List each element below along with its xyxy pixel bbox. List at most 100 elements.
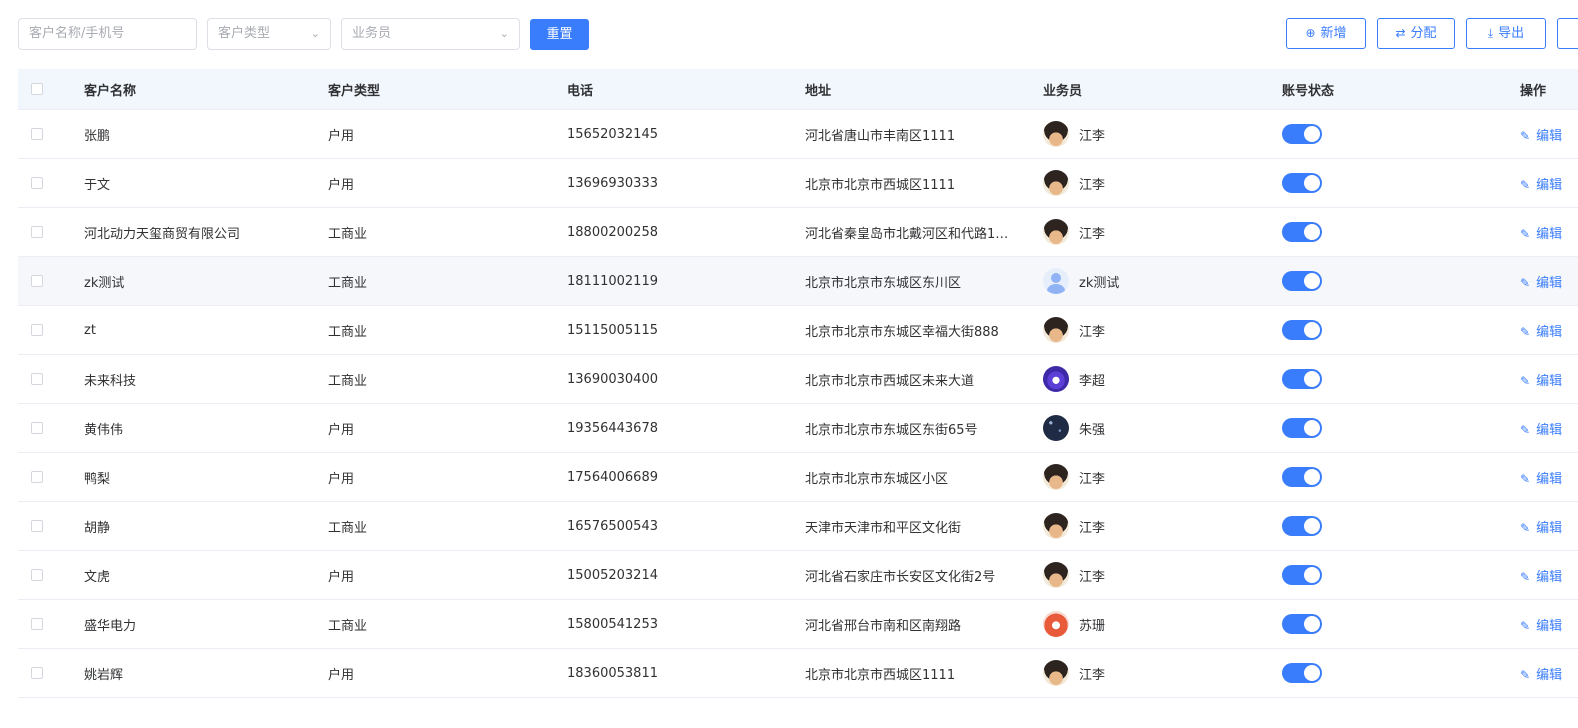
row-checkbox[interactable] bbox=[31, 520, 43, 532]
edit-pencil-icon: ✎ bbox=[1520, 177, 1531, 192]
account-status-toggle[interactable] bbox=[1282, 418, 1322, 438]
table-row[interactable]: 张鹏 户用 15652032145 河北省唐山市丰南区1111 江李 ✎ 编辑 bbox=[18, 110, 1578, 159]
account-status-toggle[interactable] bbox=[1282, 516, 1322, 536]
row-checkbox[interactable] bbox=[31, 471, 43, 483]
edit-link[interactable]: ✎ 编辑 bbox=[1520, 664, 1562, 683]
chevron-down-icon: ⌄ bbox=[310, 27, 320, 40]
row-checkbox[interactable] bbox=[31, 667, 43, 679]
edit-link[interactable]: ✎ 编辑 bbox=[1520, 419, 1562, 438]
account-status-toggle[interactable] bbox=[1282, 565, 1322, 585]
salesperson-name: 江李 bbox=[1079, 128, 1106, 144]
account-status-toggle[interactable] bbox=[1282, 271, 1322, 291]
edit-link[interactable]: ✎ 编辑 bbox=[1520, 272, 1562, 291]
export-button[interactable]: ⤓ 导出 bbox=[1466, 18, 1546, 49]
edit-link[interactable]: ✎ 编辑 bbox=[1520, 125, 1562, 144]
customer-phone: 18800200258 bbox=[567, 224, 658, 240]
salesperson-select[interactable]: 业务员 ⌄ bbox=[341, 18, 520, 50]
row-checkbox[interactable] bbox=[31, 569, 43, 581]
avatar bbox=[1043, 562, 1069, 588]
add-button[interactable]: ⊕ 新增 bbox=[1286, 18, 1366, 49]
salesperson-cell: 江李 bbox=[1043, 551, 1105, 599]
header-address[interactable]: 地址 bbox=[805, 69, 831, 109]
row-checkbox[interactable] bbox=[31, 324, 43, 336]
more-button[interactable] bbox=[1557, 18, 1578, 49]
customer-address-cell: 北京市北京市东城区东街65号 bbox=[805, 404, 978, 452]
customer-address-cell: 河北省邢台市南和区南翔路 bbox=[805, 600, 961, 648]
table-row[interactable]: 胡静 工商业 16576500543 天津市天津市和平区文化街 江李 ✎ 编辑 bbox=[18, 502, 1578, 551]
account-status-toggle[interactable] bbox=[1282, 222, 1322, 242]
header-type[interactable]: 客户类型 bbox=[328, 69, 380, 109]
salesperson-cell: zk测试 bbox=[1043, 257, 1119, 305]
header-operation: 操作 bbox=[1520, 83, 1547, 99]
row-checkbox[interactable] bbox=[31, 226, 43, 238]
customer-type: 工商业 bbox=[328, 275, 368, 291]
edit-link[interactable]: ✎ 编辑 bbox=[1520, 370, 1562, 389]
table-row[interactable]: 黄伟伟 户用 19356443678 北京市北京市东城区东街65号 朱强 ✎ 编辑 bbox=[18, 404, 1578, 453]
customer-address-cell: 天津市天津市和平区文化街 bbox=[805, 502, 961, 550]
account-status-toggle[interactable] bbox=[1282, 369, 1322, 389]
customer-type: 工商业 bbox=[328, 373, 368, 389]
salesperson-name: 朱强 bbox=[1079, 422, 1106, 438]
edit-label: 编辑 bbox=[1536, 275, 1563, 291]
row-checkbox-cell bbox=[31, 306, 43, 354]
customer-address: 天津市天津市和平区文化街 bbox=[805, 520, 962, 536]
add-button-label: 新增 bbox=[1320, 26, 1347, 41]
table-row[interactable]: 河北动力天玺商贸有限公司 工商业 18800200258 河北省秦皇岛市北戴河区和代路… bbox=[18, 208, 1578, 257]
row-checkbox-cell bbox=[31, 404, 43, 452]
customer-name: 文虎 bbox=[84, 569, 111, 585]
assign-button[interactable]: ⇄ 分配 bbox=[1377, 18, 1455, 49]
export-button-label: 导出 bbox=[1498, 26, 1525, 41]
edit-link[interactable]: ✎ 编辑 bbox=[1520, 468, 1562, 487]
row-checkbox[interactable] bbox=[31, 618, 43, 630]
edit-pencil-icon: ✎ bbox=[1520, 618, 1531, 633]
table-row[interactable]: zt 工商业 15115005115 北京市北京市东城区幸福大街888 江李 ✎ 编辑 bbox=[18, 306, 1578, 355]
row-checkbox[interactable] bbox=[31, 422, 43, 434]
edit-link[interactable]: ✎ 编辑 bbox=[1520, 615, 1562, 634]
filter-toolbar: 客户名称/手机号 客户类型 ⌄ 业务员 ⌄ 重置 ⊕ 新增 ⇄ 分配 ⤓ 导出 bbox=[18, 18, 1578, 50]
status-cell bbox=[1282, 453, 1322, 501]
salesperson-name: 江李 bbox=[1079, 520, 1106, 536]
row-checkbox-cell bbox=[31, 257, 43, 305]
row-checkbox[interactable] bbox=[31, 275, 43, 287]
customer-type-select[interactable]: 客户类型 ⌄ bbox=[207, 18, 331, 50]
edit-label: 编辑 bbox=[1536, 324, 1563, 340]
account-status-toggle[interactable] bbox=[1282, 124, 1322, 144]
account-status-toggle[interactable] bbox=[1282, 173, 1322, 193]
header-status[interactable]: 账号状态 bbox=[1282, 69, 1334, 109]
table-row[interactable]: zk测试 工商业 18111002119 北京市北京市东城区东川区 zk测试 ✎ 编辑 bbox=[18, 257, 1578, 306]
select-all-checkbox[interactable] bbox=[31, 83, 43, 95]
status-cell bbox=[1282, 404, 1322, 452]
edit-link[interactable]: ✎ 编辑 bbox=[1520, 321, 1562, 340]
status-cell bbox=[1282, 551, 1322, 599]
edit-link[interactable]: ✎ 编辑 bbox=[1520, 223, 1562, 242]
table-row[interactable]: 姚岩辉 户用 18360053811 北京市北京市西城区1111 江李 ✎ 编辑 bbox=[18, 649, 1578, 698]
customer-type-placeholder: 客户类型 bbox=[218, 26, 271, 41]
account-status-toggle[interactable] bbox=[1282, 467, 1322, 487]
operation-cell: ✎ 编辑 bbox=[1520, 453, 1562, 501]
table-row[interactable]: 文虎 户用 15005203214 河北省石家庄市长安区文化街2号 江李 ✎ 编辑 bbox=[18, 551, 1578, 600]
name-phone-search-input[interactable]: 客户名称/手机号 bbox=[18, 18, 197, 50]
header-salesperson[interactable]: 业务员 bbox=[1043, 69, 1082, 109]
table-row[interactable]: 盛华电力 工商业 15800541253 河北省邢台市南和区南翔路 苏珊 ✎ 编辑 bbox=[18, 600, 1578, 649]
table-row[interactable]: 鸭梨 户用 17564006689 北京市北京市东城区小区 江李 ✎ 编辑 bbox=[18, 453, 1578, 502]
table-row[interactable]: 未来科技 工商业 13690030400 北京市北京市西城区未来大道 李超 ✎ 编辑 bbox=[18, 355, 1578, 404]
header-name[interactable]: 客户名称 bbox=[84, 69, 136, 109]
account-status-toggle[interactable] bbox=[1282, 663, 1322, 683]
edit-link[interactable]: ✎ 编辑 bbox=[1520, 174, 1562, 193]
customer-phone: 15005203214 bbox=[567, 567, 658, 583]
account-status-toggle[interactable] bbox=[1282, 614, 1322, 634]
row-checkbox[interactable] bbox=[31, 373, 43, 385]
account-status-toggle[interactable] bbox=[1282, 320, 1322, 340]
customer-address: 北京市北京市东城区幸福大街888 bbox=[805, 324, 999, 340]
edit-link[interactable]: ✎ 编辑 bbox=[1520, 566, 1562, 585]
row-checkbox[interactable] bbox=[31, 177, 43, 189]
header-phone[interactable]: 电话 bbox=[567, 69, 593, 109]
row-checkbox[interactable] bbox=[31, 128, 43, 140]
edit-label: 编辑 bbox=[1536, 226, 1563, 242]
edit-label: 编辑 bbox=[1536, 422, 1563, 438]
edit-link[interactable]: ✎ 编辑 bbox=[1520, 517, 1562, 536]
reset-button[interactable]: 重置 bbox=[530, 19, 589, 50]
table-row[interactable]: 于文 户用 13696930333 北京市北京市西城区1111 江李 ✎ 编辑 bbox=[18, 159, 1578, 208]
status-cell bbox=[1282, 257, 1322, 305]
salesperson-cell: 李超 bbox=[1043, 355, 1105, 403]
